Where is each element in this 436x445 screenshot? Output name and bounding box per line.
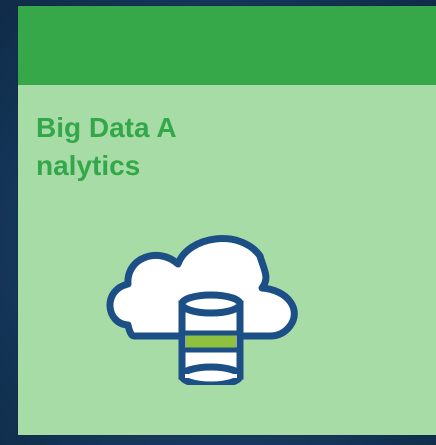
card-header-bar xyxy=(18,6,436,85)
database-icon xyxy=(178,291,244,385)
card-title: Big Data Analytics xyxy=(36,112,177,181)
cloud-database-icon xyxy=(106,235,298,385)
